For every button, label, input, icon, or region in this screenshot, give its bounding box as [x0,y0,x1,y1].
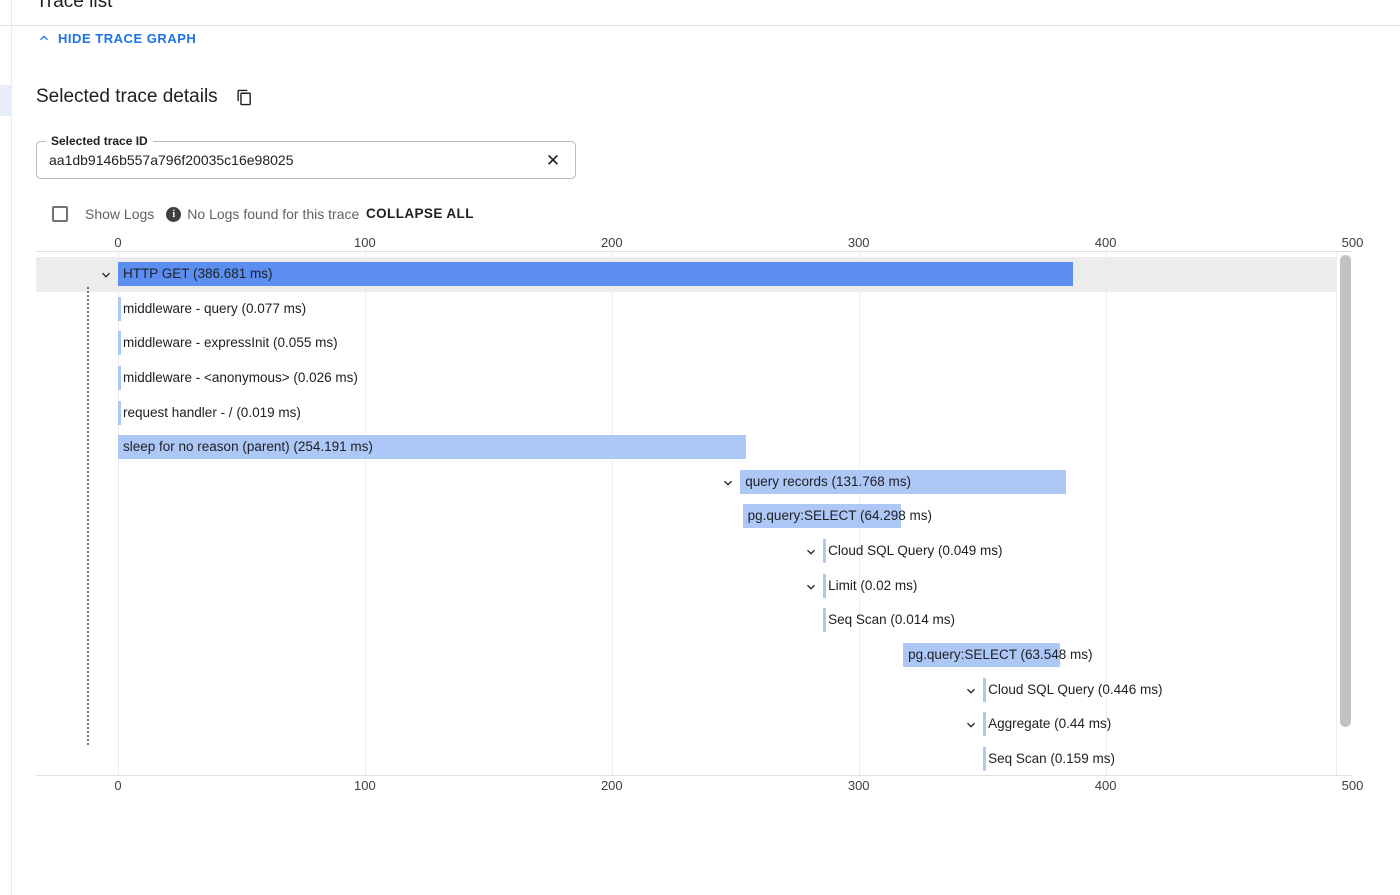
left-panel-highlight-strip [0,85,11,116]
chevron-down-icon[interactable] [720,475,736,491]
axis-line-bottom [36,775,1352,776]
span-row[interactable]: pg.query:SELECT (64.298 ms) [36,499,1337,534]
show-logs-checkbox[interactable] [52,206,68,222]
left-panel-border [11,0,12,895]
axis-tick-label: 100 [354,778,376,793]
axis-tick-label: 300 [848,778,870,793]
span-label: Cloud SQL Query (0.049 ms) [828,534,1002,569]
chevron-down-icon[interactable] [803,579,819,595]
span-label: Limit (0.02 ms) [828,569,917,604]
chevron-down-icon[interactable] [963,683,979,699]
span-label: Aggregate (0.44 ms) [988,707,1111,742]
span-bar[interactable] [118,401,121,425]
span-bar[interactable] [983,678,986,702]
copy-icon[interactable] [236,89,253,106]
axis-tick-label: 0 [114,235,121,250]
collapse-all-button[interactable]: COLLAPSE ALL [366,206,474,221]
span-row[interactable]: middleware - <anonymous> (0.026 ms) [36,361,1337,396]
close-icon: ✕ [546,151,560,171]
axis-tick-label: 400 [1095,235,1117,250]
axis-tick-label: 400 [1095,778,1117,793]
axis-tick-label: 500 [1342,778,1364,793]
hide-trace-graph-button[interactable]: HIDE TRACE GRAPH [36,30,196,46]
info-icon: i [166,207,181,222]
span-bar[interactable] [823,574,826,598]
chevron-down-icon[interactable] [98,267,114,283]
timeline-axis-top: 0 100 200 300 400 500 [0,235,1400,249]
span-label: middleware - expressInit (0.055 ms) [123,326,338,361]
span-label: pg.query:SELECT (64.298 ms) [748,499,932,534]
selected-trace-id-field[interactable]: Selected trace ID aa1db9146b557a796f2003… [36,141,576,179]
chevron-down-icon[interactable] [963,717,979,733]
span-row[interactable]: request handler - / (0.019 ms) [36,396,1337,431]
axis-tick-label: 300 [848,235,870,250]
span-connector-dotted-line [87,287,89,745]
span-row[interactable]: Limit (0.02 ms) [36,569,1337,604]
span-row[interactable]: query records (131.768 ms) [36,465,1337,500]
span-bar[interactable] [118,297,121,321]
timeline-axis-bottom: 0 100 200 300 400 500 [0,778,1400,792]
axis-tick-label: 200 [601,778,623,793]
span-row[interactable]: Cloud SQL Query (0.049 ms) [36,534,1337,569]
span-row[interactable]: Cloud SQL Query (0.446 ms) [36,673,1337,708]
axis-tick-label: 200 [601,235,623,250]
span-row[interactable]: Seq Scan (0.014 ms) [36,603,1337,638]
span-label: pg.query:SELECT (63.548 ms) [908,638,1092,673]
span-bar[interactable] [983,712,986,736]
span-bar[interactable] [118,331,121,355]
span-label: request handler - / (0.019 ms) [123,396,301,431]
hide-trace-graph-label: HIDE TRACE GRAPH [58,31,196,46]
span-label: query records (131.768 ms) [745,465,911,500]
span-label: sleep for no reason (parent) (254.191 ms… [123,430,373,465]
span-bar[interactable] [823,539,826,563]
span-label: middleware - query (0.077 ms) [123,292,306,327]
axis-tick-label: 0 [114,778,121,793]
chevron-down-icon[interactable] [803,544,819,560]
selected-trace-details-title: Selected trace details [36,86,218,108]
axis-tick-label: 500 [1342,235,1364,250]
top-divider [0,25,1400,26]
span-label: Cloud SQL Query (0.446 ms) [988,673,1162,708]
trace-waterfall: HTTP GET (386.681 ms)middleware - query … [36,252,1337,775]
span-row[interactable]: Aggregate (0.44 ms) [36,707,1337,742]
span-row[interactable]: Seq Scan (0.159 ms) [36,742,1337,775]
span-row[interactable]: middleware - expressInit (0.055 ms) [36,326,1337,361]
show-logs-label: Show Logs [85,206,154,222]
trace-id-input[interactable]: aa1db9146b557a796f20035c16e98025 [49,142,519,178]
span-bar[interactable] [983,747,986,771]
no-logs-message: No Logs found for this trace [187,206,359,222]
span-label: Seq Scan (0.014 ms) [828,603,955,638]
span-label: middleware - <anonymous> (0.026 ms) [123,361,358,396]
clear-trace-id-button[interactable]: ✕ [541,149,565,173]
chevron-up-icon [36,30,52,46]
trace-list-title: Trace list [36,0,112,13]
span-row[interactable]: middleware - query (0.077 ms) [36,292,1337,327]
span-row[interactable]: sleep for no reason (parent) (254.191 ms… [36,430,1337,465]
span-row[interactable]: HTTP GET (386.681 ms) [36,257,1337,292]
axis-tick-label: 100 [354,235,376,250]
span-label: HTTP GET (386.681 ms) [123,257,273,292]
span-bar[interactable] [823,608,826,632]
span-label: Seq Scan (0.159 ms) [988,742,1115,775]
span-row[interactable]: pg.query:SELECT (63.548 ms) [36,638,1337,673]
vertical-scrollbar-thumb[interactable] [1340,255,1351,727]
span-bar[interactable] [118,366,121,390]
